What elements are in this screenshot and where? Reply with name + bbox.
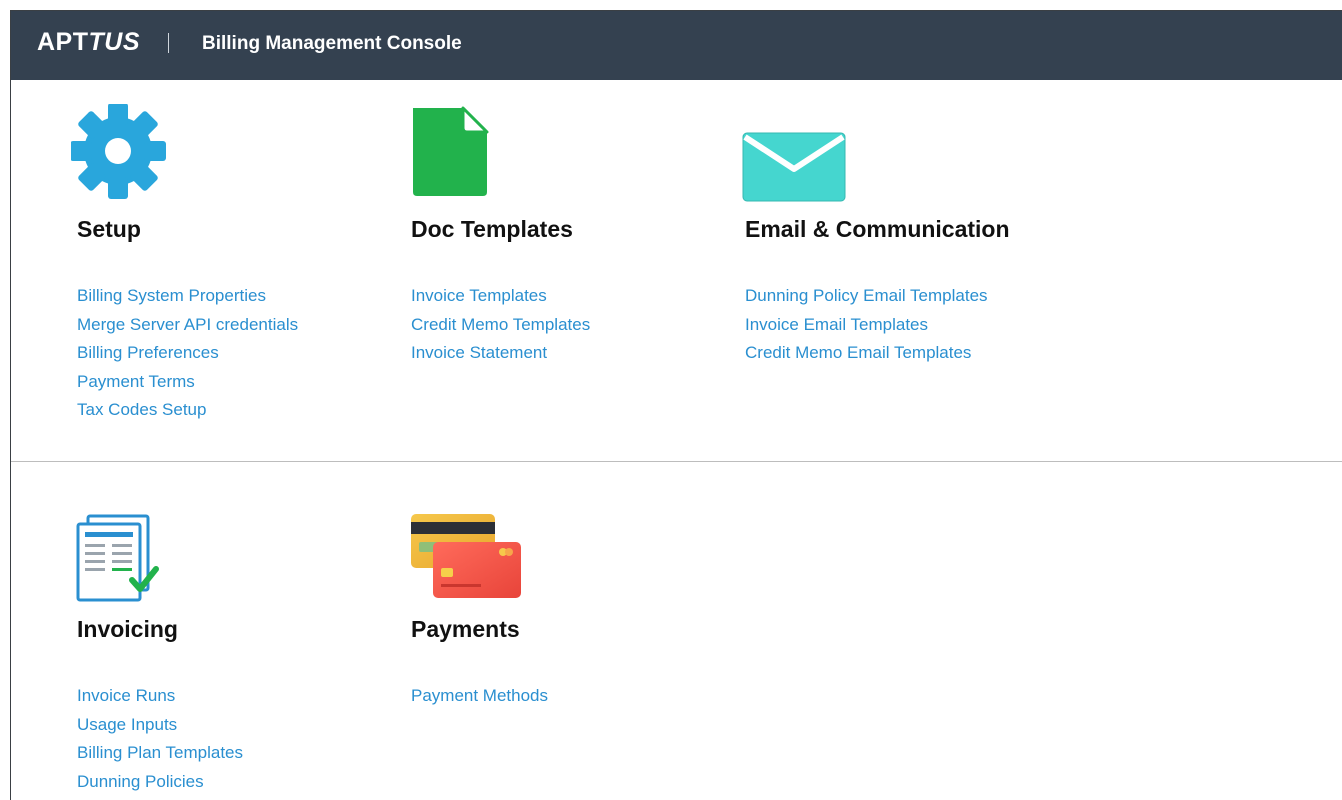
link-invoice-statement[interactable]: Invoice Statement — [411, 339, 590, 368]
operations-section: Invoicing Invoice Runs Usage Inputs Bill… — [11, 462, 1342, 800]
payments-links: Payment Methods — [411, 682, 548, 711]
link-credit-memo-email-templates[interactable]: Credit Memo Email Templates — [745, 339, 988, 368]
payments-title: Payments — [411, 616, 520, 642]
email-communication-title: Email & Communication — [745, 216, 1010, 242]
document-icon — [411, 80, 521, 196]
invoicing-links: Invoice Runs Usage Inputs Billing Plan T… — [77, 682, 243, 796]
link-payment-methods[interactable]: Payment Methods — [411, 682, 548, 711]
link-dunning-policies[interactable]: Dunning Policies — [77, 768, 243, 797]
setup-section: Setup Billing System Properties Merge Se… — [11, 80, 1342, 462]
setup-links: Billing System Properties Merge Server A… — [77, 282, 298, 425]
link-credit-memo-templates[interactable]: Credit Memo Templates — [411, 311, 590, 340]
invoice-check-icon — [76, 462, 187, 602]
link-billing-preferences[interactable]: Billing Preferences — [77, 339, 298, 368]
link-invoice-email-templates[interactable]: Invoice Email Templates — [745, 311, 988, 340]
credit-cards-icon — [411, 462, 521, 598]
link-billing-plan-templates[interactable]: Billing Plan Templates — [77, 739, 243, 768]
link-dunning-policy-email-templates[interactable]: Dunning Policy Email Templates — [745, 282, 988, 311]
top-header-bar: APTTUS Billing Management Console — [11, 11, 1342, 80]
doc-templates-links: Invoice Templates Credit Memo Templates … — [411, 282, 590, 368]
link-invoice-templates[interactable]: Invoice Templates — [411, 282, 590, 311]
link-usage-inputs[interactable]: Usage Inputs — [77, 711, 243, 740]
link-merge-server-api-credentials[interactable]: Merge Server API credentials — [77, 311, 298, 340]
link-billing-system-properties[interactable]: Billing System Properties — [77, 282, 298, 311]
invoicing-title: Invoicing — [77, 616, 178, 642]
console-frame: APTTUS Billing Management Console Setup … — [10, 10, 1342, 800]
gear-icon — [71, 80, 187, 199]
email-communication-links: Dunning Policy Email Templates Invoice E… — [745, 282, 988, 368]
envelope-icon — [742, 80, 855, 202]
brand-separator — [168, 33, 169, 53]
link-payment-terms[interactable]: Payment Terms — [77, 368, 298, 397]
doc-templates-title: Doc Templates — [411, 216, 573, 242]
link-tax-codes-setup[interactable]: Tax Codes Setup — [77, 396, 298, 425]
link-invoice-runs[interactable]: Invoice Runs — [77, 682, 243, 711]
setup-title: Setup — [77, 216, 141, 242]
console-title: Billing Management Console — [202, 33, 462, 54]
apttus-logo: APTTUS — [37, 28, 140, 56]
